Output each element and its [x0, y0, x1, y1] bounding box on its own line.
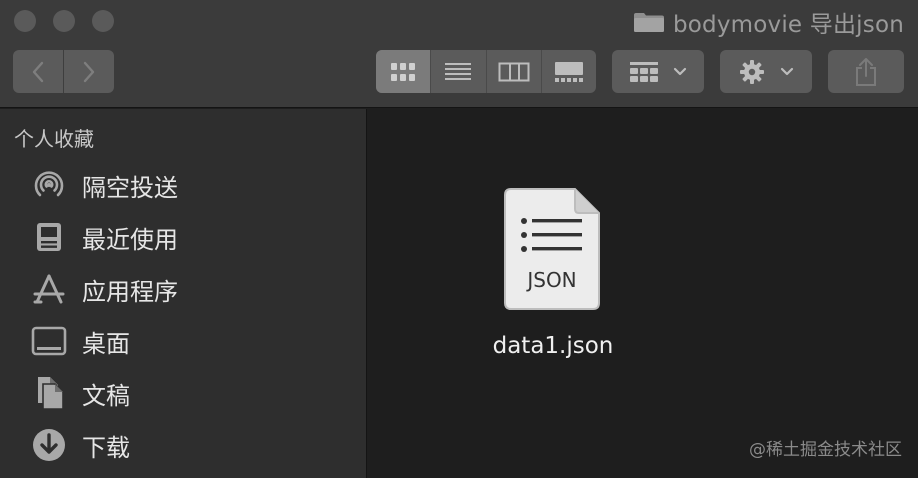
chevron-down-icon: [780, 67, 794, 75]
sidebar-item-desktop[interactable]: 桌面: [30, 319, 130, 363]
sidebar-section-favorites: 个人收藏: [14, 127, 94, 151]
sidebar-item-documents[interactable]: 文稿: [30, 371, 130, 415]
view-mode-control: [376, 50, 596, 93]
sidebar-item-recents[interactable]: 最近使用: [30, 215, 178, 259]
airdrop-icon: [30, 166, 68, 204]
file-item[interactable]: JSON data1.json: [478, 187, 628, 359]
sidebar-item-label: 下载: [82, 433, 130, 462]
list-icon: [445, 62, 472, 80]
sidebar-item-airdrop[interactable]: 隔空投送: [30, 163, 178, 207]
chevron-left-icon: [32, 61, 44, 82]
window-title: bodymovie 导出json: [633, 7, 904, 38]
sidebar-item-applications[interactable]: 应用程序: [30, 267, 178, 311]
close-window-button[interactable]: [14, 10, 36, 32]
sidebar: 个人收藏 隔空投送 最近使用 应用程序 桌面 文稿 下载: [0, 109, 367, 478]
chevron-down-icon: [673, 67, 687, 75]
toolbar: bodymovie 导出json: [0, 0, 918, 108]
icon-view-button[interactable]: [376, 50, 432, 93]
forward-button[interactable]: [64, 50, 114, 93]
share-button[interactable]: [828, 50, 904, 93]
desktop-icon: [30, 322, 68, 360]
sidebar-item-label: 文稿: [82, 381, 130, 410]
sidebar-item-label: 隔空投送: [82, 173, 178, 202]
file-type-badge: JSON: [525, 268, 576, 292]
gallery-view-button[interactable]: [542, 50, 596, 93]
applications-icon: [30, 270, 68, 308]
folder-icon: [633, 11, 665, 33]
documents-icon: [30, 374, 68, 412]
json-file-icon: JSON: [504, 188, 600, 310]
file-name: data1.json: [492, 333, 614, 359]
window-title-text: bodymovie 导出json: [672, 12, 904, 38]
icon-grid-icon: [391, 62, 416, 81]
share-icon: [856, 57, 876, 86]
sidebar-item-downloads[interactable]: 下载: [30, 423, 130, 467]
sidebar-item-label: 应用程序: [82, 277, 178, 306]
list-view-button[interactable]: [431, 50, 487, 93]
zoom-window-button[interactable]: [92, 10, 114, 32]
downloads-icon: [30, 426, 68, 464]
group-icon: [630, 61, 658, 82]
sidebar-item-label: 最近使用: [82, 225, 178, 254]
recents-icon: [30, 218, 68, 256]
group-by-button[interactable]: [612, 50, 704, 93]
navigation-buttons: [13, 50, 114, 93]
back-button[interactable]: [13, 50, 64, 93]
gear-icon: [740, 59, 764, 84]
action-button[interactable]: [720, 50, 812, 93]
file-browser-content: JSON data1.json: [368, 109, 918, 478]
watermark: @稀土掘金技术社区: [749, 440, 902, 460]
columns-icon: [498, 62, 530, 81]
column-view-button[interactable]: [487, 50, 542, 93]
gallery-icon: [554, 61, 583, 82]
minimize-window-button[interactable]: [53, 10, 75, 32]
chevron-right-icon: [83, 61, 95, 82]
sidebar-item-label: 桌面: [82, 329, 130, 358]
